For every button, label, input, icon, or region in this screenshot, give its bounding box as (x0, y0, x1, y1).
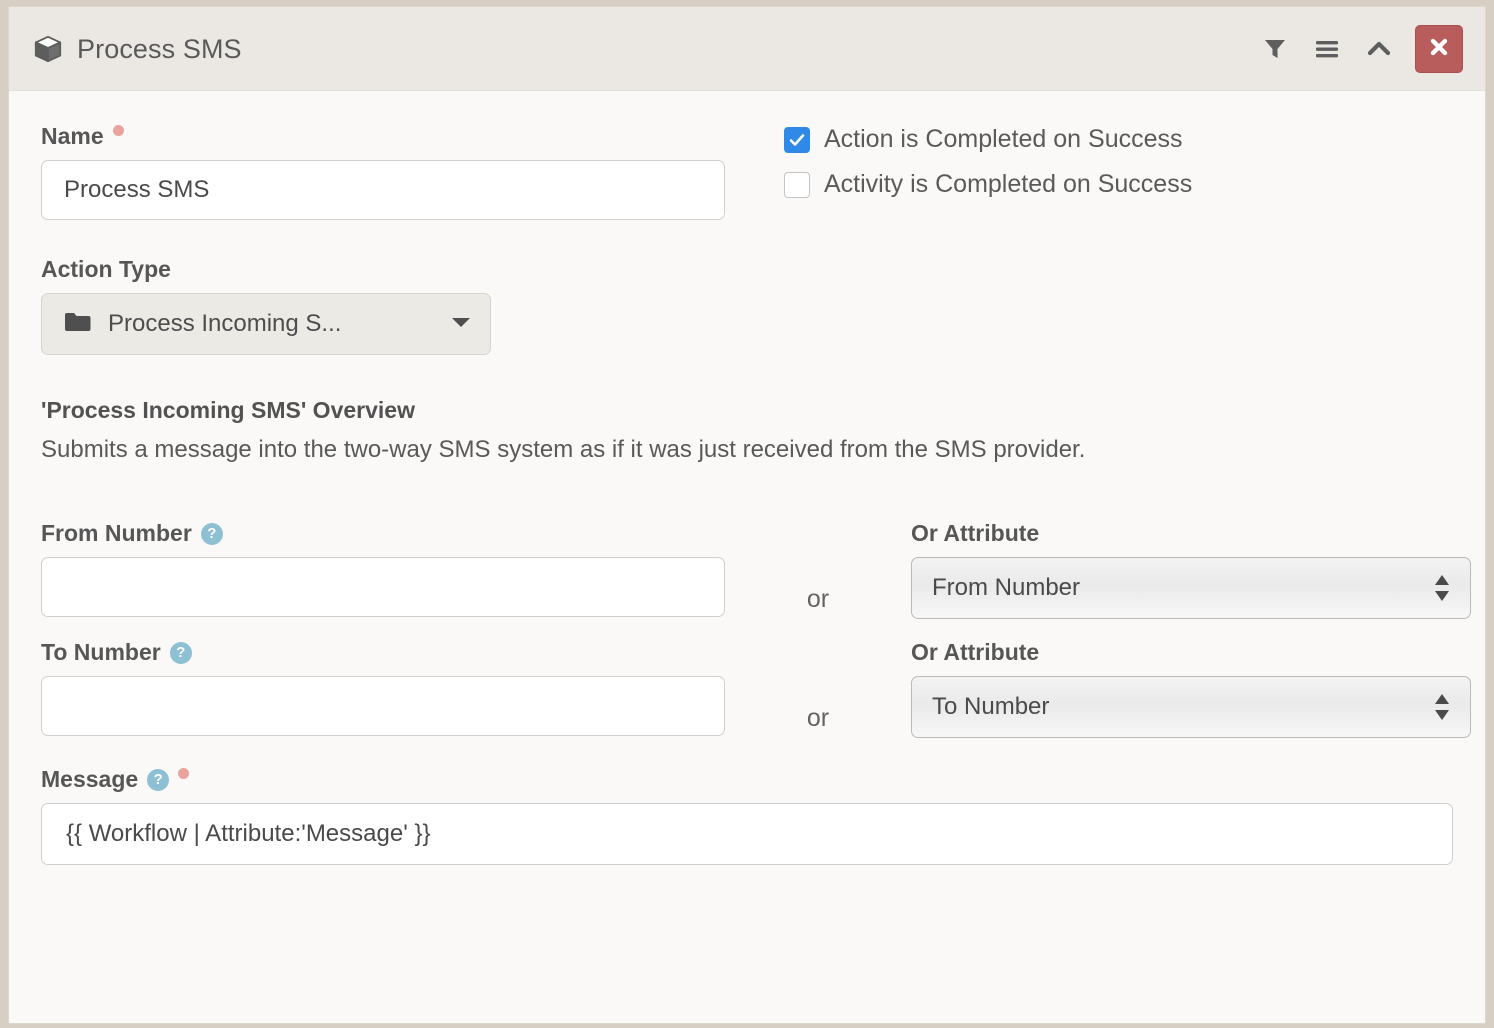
to-number-label: To Number ? (41, 641, 725, 664)
panel-header-actions (1249, 7, 1463, 91)
name-field-block: Name (41, 125, 1453, 220)
to-number-attribute-select[interactable]: To Number (911, 676, 1471, 738)
from-number-row: From Number ? or Or Attribute From Numbe… (41, 522, 1471, 619)
chevron-down-icon (450, 315, 472, 334)
panel-header-left: Process SMS (33, 7, 242, 91)
checkbox-box[interactable] (784, 171, 810, 198)
action-type-block: Action Type Process Incoming S... (41, 258, 1453, 355)
panel-header: Process SMS (9, 7, 1485, 91)
overview-block: 'Process Incoming SMS' Overview Submits … (41, 397, 1453, 464)
message-input[interactable] (41, 803, 1453, 865)
close-button[interactable] (1415, 25, 1463, 73)
checkbox-label: Action is Completed on Success (824, 125, 1183, 153)
select-value: To Number (932, 693, 1050, 720)
from-number-block: From Number ? (41, 522, 725, 617)
or-separator: or (806, 704, 830, 732)
to-number-row: To Number ? or Or Attribute To Number (41, 641, 1471, 738)
checkbox-activity-completed[interactable]: Activity is Completed on Success (784, 170, 1192, 199)
overview-title: 'Process Incoming SMS' Overview (41, 397, 415, 423)
from-number-attribute-label: Or Attribute (911, 520, 1040, 546)
required-indicator (112, 125, 124, 136)
from-number-attribute-block: Or Attribute From Number (911, 522, 1471, 619)
close-icon (1428, 36, 1450, 63)
success-options-group: Action is Completed on Success Activity … (784, 125, 1192, 215)
or-separator: or (806, 585, 830, 613)
panel-title: Process SMS (77, 33, 242, 64)
name-label: Name (41, 125, 1453, 148)
overview-description: Submits a message into the two-way SMS s… (41, 436, 1086, 463)
checkbox-action-completed[interactable]: Action is Completed on Success (784, 125, 1192, 154)
fields-section: From Number ? or Or Attribute From Numbe… (41, 522, 1471, 865)
stepper-arrows-icon (1434, 694, 1450, 720)
to-number-attribute-label: Or Attribute (911, 639, 1040, 665)
action-type-value: Process Incoming S... (108, 310, 342, 337)
to-number-input[interactable] (41, 676, 725, 736)
name-input[interactable] (41, 160, 725, 220)
menu-icon[interactable] (1301, 23, 1353, 75)
to-number-block: To Number ? (41, 641, 725, 736)
help-icon[interactable]: ? (200, 522, 223, 545)
help-icon[interactable]: ? (169, 641, 192, 664)
help-icon[interactable]: ? (147, 768, 170, 791)
message-block: Message ? (41, 768, 1453, 865)
filter-icon[interactable] (1249, 23, 1301, 75)
from-number-attribute-select[interactable]: From Number (911, 557, 1471, 619)
chevron-up-icon[interactable] (1353, 23, 1405, 75)
action-type-label: Action Type (41, 256, 171, 282)
from-number-input[interactable] (41, 557, 725, 617)
to-number-attribute-block: Or Attribute To Number (911, 641, 1471, 738)
from-number-label: From Number ? (41, 522, 725, 545)
stepper-arrows-icon (1434, 575, 1450, 601)
checkbox-label: Activity is Completed on Success (824, 170, 1193, 198)
folder-icon (64, 311, 92, 338)
message-label: Message ? (41, 768, 1453, 791)
required-indicator (178, 768, 190, 779)
checkbox-box[interactable] (784, 126, 810, 153)
action-type-dropdown[interactable]: Process Incoming S... (41, 293, 491, 355)
process-sms-panel: Process SMS Name Process SMS Action is C… (8, 6, 1486, 1024)
panel-body: Name Action is Completed on Success Acti… (9, 91, 1485, 1023)
cube-icon (33, 34, 63, 64)
select-value: From Number (932, 574, 1081, 601)
